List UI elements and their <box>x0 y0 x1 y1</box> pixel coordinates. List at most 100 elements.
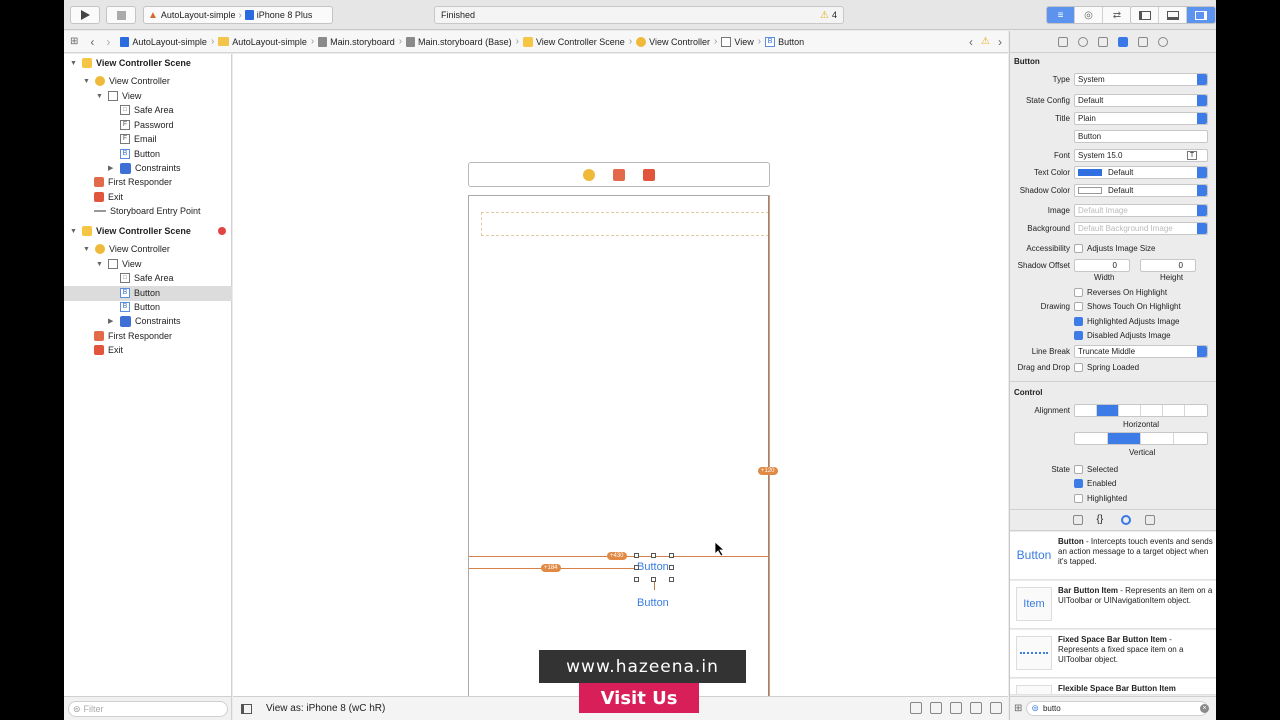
spring-loaded-checkbox[interactable] <box>1074 362 1083 372</box>
disclosure-icon[interactable]: ▼ <box>83 246 91 253</box>
outline-row[interactable]: B Button <box>64 147 232 162</box>
connections-inspector-icon[interactable] <box>1158 36 1168 47</box>
constraint-line[interactable] <box>654 582 655 590</box>
disclosure-icon[interactable]: ▶ <box>108 164 116 172</box>
align-middle-icon[interactable] <box>1108 432 1141 444</box>
constraint-line[interactable] <box>768 196 769 696</box>
watermark-visit-button[interactable]: Visit Us <box>579 683 699 713</box>
library-item[interactable]: Button Button - Intercepts touch events … <box>1010 532 1216 580</box>
update-frames-icon[interactable] <box>910 702 922 714</box>
resize-handle[interactable] <box>634 553 639 558</box>
code-snippet-library-icon[interactable]: {} <box>1097 515 1107 525</box>
view-as-button[interactable]: View as: iPhone 8 (wC hR) <box>266 703 385 714</box>
exit-icon[interactable] <box>643 168 655 181</box>
forward-icon[interactable]: › <box>106 35 110 49</box>
crumb-view-controller[interactable]: View Controller <box>636 36 710 47</box>
library-item[interactable]: Flexible Space Bar Button Item <box>1010 679 1216 695</box>
library-search-input[interactable]: ⊜ butto × <box>1026 701 1209 716</box>
resize-handle[interactable] <box>669 565 674 570</box>
resize-handle[interactable] <box>669 577 674 582</box>
resize-handle[interactable] <box>651 553 656 558</box>
outline-row[interactable]: F Password <box>64 118 232 133</box>
resolve-issues-icon[interactable] <box>990 702 1002 714</box>
clear-search-icon[interactable]: × <box>1200 704 1209 713</box>
storyboard-canvas[interactable]: +120 +430 +184 Button Button <box>233 54 1008 696</box>
enabled-checkbox[interactable] <box>1074 478 1083 488</box>
warning-icon[interactable]: ⚠ <box>820 10 829 21</box>
disclosure-icon[interactable]: ▶ <box>108 317 116 325</box>
disclosure-icon[interactable]: ▼ <box>96 261 104 268</box>
image-combo[interactable]: Default Image <box>1074 203 1208 217</box>
standard-editor-icon[interactable]: ≡ <box>1047 7 1075 23</box>
error-badge-icon[interactable] <box>218 227 226 235</box>
font-picker-icon[interactable]: T <box>1187 150 1197 160</box>
warning-count[interactable]: 4 <box>832 10 837 20</box>
pin-icon[interactable] <box>970 702 982 714</box>
outline-row[interactable]: First Responder <box>64 175 232 190</box>
shadow-width-field[interactable]: 0 <box>1074 258 1130 272</box>
resize-handle[interactable] <box>651 577 656 582</box>
file-inspector-icon[interactable] <box>1058 36 1068 47</box>
type-popup[interactable]: System <box>1074 72 1208 86</box>
assistant-editor-icon[interactable]: ◎ <box>1075 7 1103 23</box>
previous-issue-icon[interactable]: ‹ <box>969 35 973 49</box>
version-editor-icon[interactable]: ⇄ <box>1103 7 1131 23</box>
horizontal-alignment-control[interactable] <box>1074 403 1208 417</box>
selected-button[interactable]: Button <box>637 561 669 573</box>
background-combo[interactable]: Default Background Image <box>1074 221 1208 235</box>
crumb-storyboard-base[interactable]: Main.storyboard (Base) <box>406 36 512 47</box>
resize-handle[interactable] <box>669 553 674 558</box>
shows-touch-checkbox[interactable] <box>1074 301 1083 311</box>
shadow-color-popup[interactable]: Default <box>1074 183 1208 197</box>
first-responder-icon[interactable] <box>613 168 625 181</box>
font-field[interactable]: System 15.0 T <box>1074 148 1208 162</box>
crumb-group[interactable]: AutoLayout-simple <box>218 37 307 47</box>
outline-row[interactable]: Exit <box>64 343 232 358</box>
outline-row[interactable]: B Button <box>64 300 232 315</box>
crumb-project[interactable]: AutoLayout-simple <box>120 36 207 47</box>
next-issue-icon[interactable]: › <box>998 35 1002 49</box>
state-config-popup[interactable]: Default <box>1074 93 1208 107</box>
line-break-popup[interactable]: Truncate Middle <box>1074 344 1208 358</box>
crumb-storyboard[interactable]: Main.storyboard <box>318 36 395 47</box>
disclosure-icon[interactable]: ▼ <box>70 60 78 67</box>
align-icon[interactable] <box>950 702 962 714</box>
disclosure-icon[interactable]: ▼ <box>96 93 104 100</box>
toggle-outline-icon[interactable] <box>241 703 252 714</box>
align-top-icon[interactable] <box>1075 432 1108 444</box>
media-library-icon[interactable] <box>1144 515 1155 525</box>
outline-row-selected[interactable]: B Button <box>64 286 232 301</box>
crumb-scene[interactable]: View Controller Scene <box>522 36 625 47</box>
library-item[interactable]: Item Bar Button Item - Represents an ite… <box>1010 581 1216 629</box>
shadow-height-field[interactable]: 0 <box>1140 258 1196 272</box>
highlighted-checkbox[interactable] <box>1074 493 1083 503</box>
second-button[interactable]: Button <box>637 597 669 609</box>
debug-toggle-icon[interactable] <box>1159 7 1187 23</box>
outline-row[interactable]: ▼ View Controller <box>64 74 232 89</box>
adjusts-image-size-checkbox[interactable] <box>1074 243 1083 253</box>
outline-row[interactable]: F Email <box>64 132 232 147</box>
reverses-checkbox[interactable] <box>1074 287 1083 297</box>
view-controller-view[interactable]: +120 +430 +184 Button Button <box>468 195 778 696</box>
quick-help-icon[interactable] <box>1078 36 1088 47</box>
outline-row[interactable]: ▼ View Controller Scene <box>64 56 232 71</box>
grid-view-icon[interactable]: ⊞ <box>1014 703 1022 714</box>
inspector-toggle-icon[interactable] <box>1187 7 1215 23</box>
object-library-icon[interactable] <box>1120 515 1131 525</box>
outline-row[interactable]: Storyboard Entry Point <box>64 204 232 219</box>
text-color-popup[interactable]: Default <box>1074 165 1208 179</box>
file-template-library-icon[interactable] <box>1072 515 1083 525</box>
selected-checkbox[interactable] <box>1074 464 1083 474</box>
align-center-icon[interactable] <box>1097 404 1119 416</box>
constraint-badge[interactable]: +120 <box>758 467 778 475</box>
navigator-toggle-icon[interactable] <box>1131 7 1159 23</box>
outline-filter-input[interactable]: ⊜ Filter <box>68 701 228 717</box>
outline-row[interactable]: First Responder <box>64 329 232 344</box>
align-trailing-icon[interactable] <box>1185 405 1207 416</box>
highlighted-adjusts-checkbox[interactable] <box>1074 316 1083 326</box>
disabled-adjusts-checkbox[interactable] <box>1074 330 1083 340</box>
resize-handle[interactable] <box>634 577 639 582</box>
outline-row[interactable]: □ Safe Area <box>64 271 232 286</box>
scheme-selector[interactable]: ▲ AutoLayout-simple › iPhone 8 Plus <box>143 6 333 24</box>
align-vfill-icon[interactable] <box>1174 433 1207 444</box>
